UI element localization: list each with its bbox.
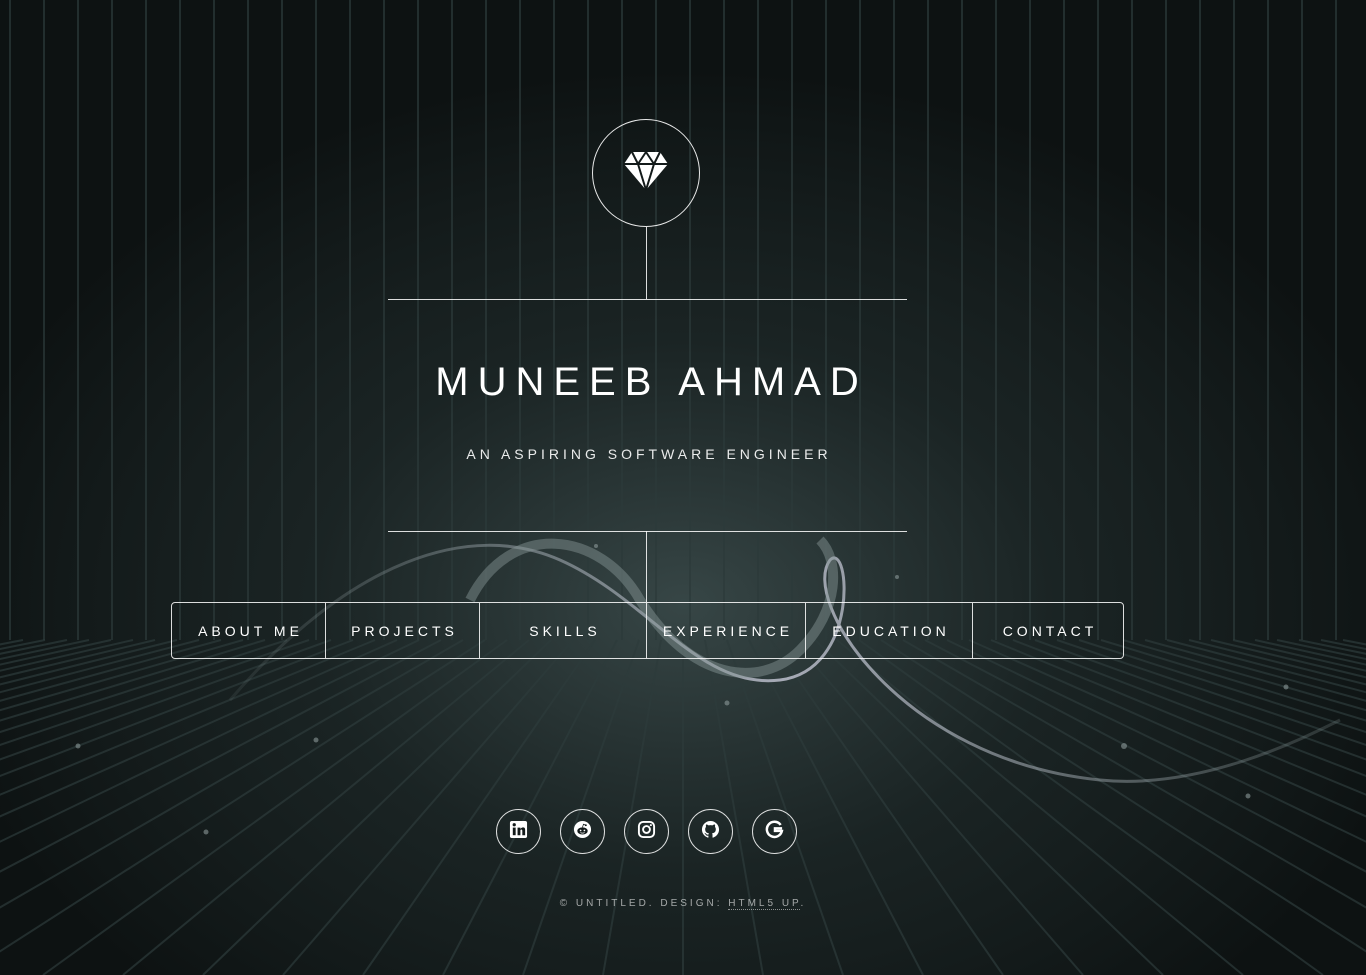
google-link[interactable]	[752, 809, 797, 854]
divider-top	[388, 299, 907, 300]
nav-item-projects[interactable]: PROJECTS	[326, 603, 480, 658]
nav-item-about-me[interactable]: ABOUT ME	[172, 603, 326, 658]
instagram-icon	[637, 820, 656, 844]
instagram-link[interactable]	[624, 809, 669, 854]
footer-design-link[interactable]: HTML5 UP	[728, 898, 801, 910]
footer-credits: © UNTITLED. DESIGN: HTML5 UP.	[383, 898, 983, 910]
linkedin-link[interactable]	[496, 809, 541, 854]
logo-badge	[592, 119, 700, 227]
github-icon	[701, 820, 720, 844]
reddit-link[interactable]	[560, 809, 605, 854]
social-links	[496, 809, 797, 854]
google-icon	[765, 820, 784, 844]
linkedin-icon	[509, 820, 528, 844]
page: MUNEEB AHMAD AN ASPIRING SOFTWARE ENGINE…	[0, 0, 1366, 975]
nav-item-contact[interactable]: CONTACT	[973, 603, 1123, 658]
diamond-icon	[622, 149, 670, 197]
main-nav: ABOUT ME PROJECTS SKILLS EXPERIENCE EDUC…	[171, 602, 1124, 659]
nav-item-skills[interactable]: SKILLS	[480, 603, 647, 658]
nav-item-education[interactable]: EDUCATION	[806, 603, 973, 658]
connector-line-top	[646, 227, 647, 299]
divider-bottom	[388, 531, 907, 532]
page-title: MUNEEB AHMAD	[435, 360, 868, 404]
nav-item-experience[interactable]: EXPERIENCE	[647, 603, 806, 658]
reddit-icon	[573, 820, 592, 844]
footer-end: .	[800, 898, 807, 909]
page-subtitle: AN ASPIRING SOFTWARE ENGINEER	[466, 446, 832, 462]
connector-line-bottom	[646, 531, 647, 602]
github-link[interactable]	[688, 809, 733, 854]
footer-copyright: © UNTITLED. DESIGN:	[559, 898, 729, 909]
